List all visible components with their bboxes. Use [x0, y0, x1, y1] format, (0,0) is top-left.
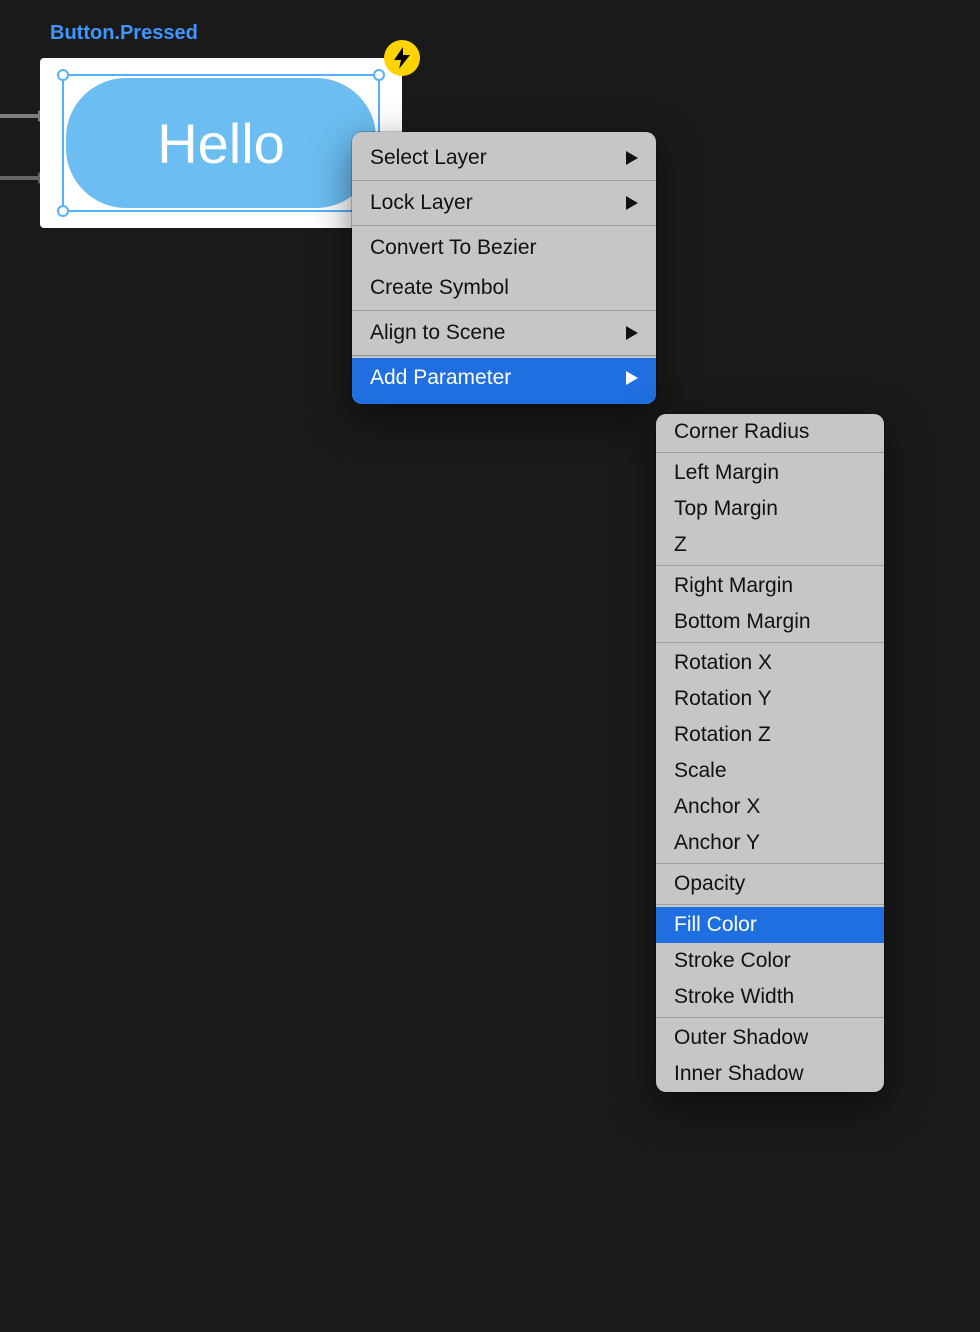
menu-item-convert-bezier[interactable]: Convert To Bezier — [352, 228, 656, 268]
submenu-item-label: Stroke Width — [674, 985, 794, 1009]
submenu-item-stroke-width[interactable]: Stroke Width — [656, 979, 884, 1015]
submenu-item-label: Outer Shadow — [674, 1026, 808, 1050]
submenu-item-label: Rotation X — [674, 651, 772, 675]
menu-separator — [352, 310, 656, 311]
menu-item-label: Convert To Bezier — [370, 236, 537, 260]
button-text: Hello — [157, 111, 285, 176]
menu-separator — [352, 180, 656, 181]
submenu-item-z[interactable]: Z — [656, 527, 884, 563]
submenu-item-label: Left Margin — [674, 461, 779, 485]
canvas-frame[interactable]: Hello — [40, 58, 402, 228]
submenu-item-inner-shadow[interactable]: Inner Shadow — [656, 1056, 884, 1092]
submenu-item-left-margin[interactable]: Left Margin — [656, 455, 884, 491]
menu-item-label: Add Parameter — [370, 366, 511, 390]
submenu-item-opacity[interactable]: Opacity — [656, 866, 884, 902]
state-label: Button.Pressed — [50, 22, 198, 45]
add-parameter-submenu: Corner Radius Left Margin Top Margin Z Right… — [656, 414, 884, 1092]
menu-item-label: Lock Layer — [370, 191, 473, 215]
context-menu: Select Layer Lock Layer Convert To Bezie… — [352, 132, 656, 404]
menu-item-create-symbol[interactable]: Create Symbol — [352, 268, 656, 308]
resize-handle-top-left[interactable] — [57, 69, 69, 81]
submenu-item-label: Z — [674, 533, 687, 557]
bolt-icon[interactable] — [384, 40, 420, 76]
submenu-item-top-margin[interactable]: Top Margin — [656, 491, 884, 527]
submenu-item-label: Right Margin — [674, 574, 793, 598]
submenu-item-corner-radius[interactable]: Corner Radius — [656, 414, 884, 450]
menu-separator — [656, 863, 884, 864]
menu-item-add-parameter[interactable]: Add Parameter — [352, 358, 656, 404]
submenu-item-scale[interactable]: Scale — [656, 753, 884, 789]
submenu-item-label: Anchor X — [674, 795, 760, 819]
submenu-item-bottom-margin[interactable]: Bottom Margin — [656, 604, 884, 640]
submenu-item-right-margin[interactable]: Right Margin — [656, 568, 884, 604]
submenu-item-label: Fill Color — [674, 913, 757, 937]
menu-item-lock-layer[interactable]: Lock Layer — [352, 183, 656, 223]
submenu-item-anchor-y[interactable]: Anchor Y — [656, 825, 884, 861]
submenu-item-label: Anchor Y — [674, 831, 760, 855]
submenu-item-label: Inner Shadow — [674, 1062, 804, 1086]
submenu-item-fill-color[interactable]: Fill Color — [656, 907, 884, 943]
menu-separator — [656, 642, 884, 643]
menu-separator — [656, 452, 884, 453]
submenu-item-stroke-color[interactable]: Stroke Color — [656, 943, 884, 979]
menu-item-align-to-scene[interactable]: Align to Scene — [352, 313, 656, 353]
submenu-item-label: Bottom Margin — [674, 610, 811, 634]
submenu-item-anchor-x[interactable]: Anchor X — [656, 789, 884, 825]
chevron-right-icon — [626, 326, 638, 340]
resize-handle-top-right[interactable] — [373, 69, 385, 81]
submenu-item-label: Opacity — [674, 872, 745, 896]
submenu-item-rotation-z[interactable]: Rotation Z — [656, 717, 884, 753]
menu-separator — [656, 565, 884, 566]
button-shape[interactable]: Hello — [66, 78, 376, 208]
submenu-item-label: Corner Radius — [674, 420, 809, 444]
menu-separator — [656, 904, 884, 905]
menu-separator — [352, 355, 656, 356]
submenu-item-label: Top Margin — [674, 497, 778, 521]
chevron-right-icon — [626, 151, 638, 165]
submenu-item-label: Rotation Y — [674, 687, 772, 711]
menu-item-label: Create Symbol — [370, 276, 509, 300]
submenu-item-label: Rotation Z — [674, 723, 771, 747]
menu-item-label: Select Layer — [370, 146, 487, 170]
submenu-item-rotation-y[interactable]: Rotation Y — [656, 681, 884, 717]
submenu-item-outer-shadow[interactable]: Outer Shadow — [656, 1020, 884, 1056]
menu-separator — [656, 1017, 884, 1018]
chevron-right-icon — [626, 371, 638, 385]
menu-separator — [352, 225, 656, 226]
submenu-item-label: Scale — [674, 759, 727, 783]
chevron-right-icon — [626, 196, 638, 210]
submenu-item-label: Stroke Color — [674, 949, 791, 973]
menu-item-select-layer[interactable]: Select Layer — [352, 132, 656, 178]
menu-item-label: Align to Scene — [370, 321, 505, 345]
submenu-item-rotation-x[interactable]: Rotation X — [656, 645, 884, 681]
resize-handle-bottom-left[interactable] — [57, 205, 69, 217]
